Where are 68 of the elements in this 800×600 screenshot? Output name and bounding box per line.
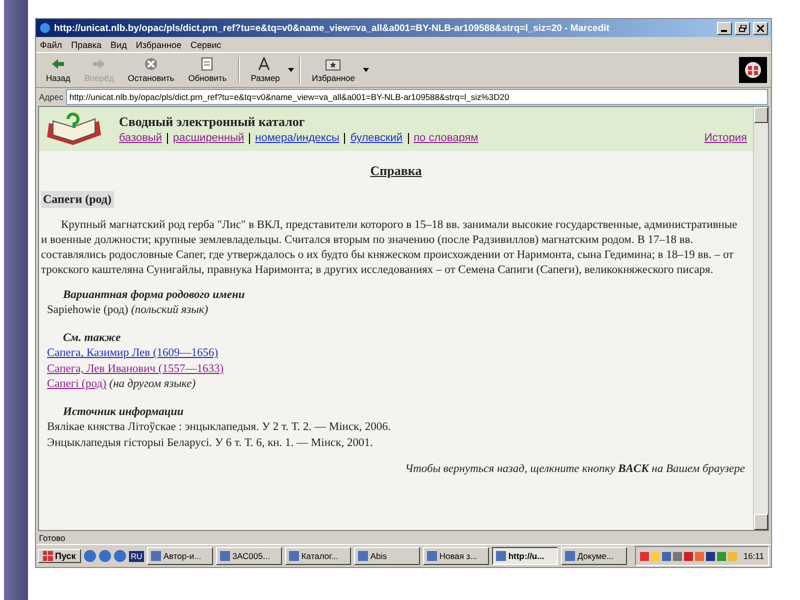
section-line: Sapiehowie (род) — [47, 304, 128, 316]
window-icon — [358, 551, 368, 561]
language-indicator[interactable]: RU — [128, 550, 144, 562]
see-also-link[interactable]: Сапегі (род) — [47, 378, 106, 390]
stop-icon — [144, 57, 158, 71]
taskbar-button[interactable]: http://u... — [492, 547, 558, 565]
windows-flag-icon — [43, 551, 53, 561]
window-icon — [427, 551, 438, 561]
restore-icon — [738, 24, 746, 32]
back-hint: Чтобы вернуться назад, щелкните кнопку BACK на Вашем браузере — [405, 463, 745, 476]
window-icon — [151, 551, 162, 561]
menu-item[interactable]: Файл — [40, 40, 62, 50]
window-icon — [496, 551, 506, 561]
caret-icon[interactable] — [362, 68, 369, 72]
toolbar-button[interactable]: Обновить — [182, 56, 233, 84]
forward-arrow-icon — [91, 57, 108, 71]
taskbar-button[interactable]: Каталог... — [285, 547, 352, 565]
window-icon — [220, 551, 230, 561]
language-note: (на другом языке) — [109, 378, 196, 390]
see-also-link[interactable]: Сапега, Казимир Лев (1609—1656) — [47, 347, 218, 360]
catalog-title: Сводный электронный каталог — [119, 114, 306, 130]
back-arrow-icon — [50, 57, 66, 71]
taskbar-button[interactable]: Новая з... — [423, 547, 490, 565]
menu-item[interactable]: Правка — [71, 40, 102, 50]
toolbar-button[interactable]: Избранное — [306, 56, 361, 84]
page-heading: Справка — [370, 163, 422, 179]
taskbar-button[interactable]: Докуме... — [561, 547, 628, 565]
status-text: Готово — [39, 532, 66, 542]
clock: 16:11 — [743, 551, 764, 561]
see-also-link[interactable]: Сапега, Лев Иванович (1557—1633) — [47, 362, 224, 375]
windows-logo — [739, 57, 767, 83]
window-icon — [289, 551, 300, 561]
caret-icon[interactable] — [288, 68, 294, 72]
taskbar-button[interactable]: Abis — [354, 547, 420, 565]
nav-link[interactable]: базовый — [119, 132, 162, 144]
language-note: (польский язык) — [131, 304, 208, 316]
address-label: Адрес — [39, 92, 64, 102]
browser-icon — [39, 22, 51, 34]
restore-button[interactable] — [735, 22, 750, 34]
scrollbar[interactable] — [753, 107, 768, 530]
menu-item[interactable]: Вид — [110, 40, 127, 50]
address-field[interactable]: http://unicat.nlb.by/opac/pls/dict.prn_ref?tu=e&tq=v0&name_view=va_all&a001=BY-NLB-ar109588&strq=l_siz%3D20 — [66, 89, 768, 105]
section-title: См. также — [62, 330, 122, 346]
close-button[interactable] — [753, 22, 768, 34]
menu-item[interactable]: Сервис — [190, 40, 222, 50]
section-title: Вариантная форма родового имени — [62, 288, 246, 303]
close-icon — [757, 24, 764, 32]
start-button[interactable]: Пуск — [38, 549, 81, 563]
toolbar-button[interactable]: Назад — [40, 56, 76, 84]
section-title: Источник информации — [62, 404, 185, 420]
document-icon — [201, 57, 214, 71]
section-line: Вялікае княства Літоўскае : энцыклапедыя. У 2 т. Т. 2. — Мінск, 2006. — [47, 421, 391, 434]
nav-link[interactable]: булевский — [350, 132, 403, 144]
menu-item[interactable]: Избранное — [136, 40, 182, 50]
window-icon — [565, 551, 576, 561]
taskbar-button[interactable]: Автор-и... — [147, 547, 214, 565]
toolbar-button[interactable]: Остановить — [122, 56, 180, 84]
nav-link[interactable]: номера/индексы — [255, 132, 340, 144]
description-paragraph: Крупный магнатский род герба "Лис" в ВКЛ, представители которого в 15–18 вв. занимали высокие государственные, административные и военные должности; крупные землевладельцы. Считался вторым по значению (после Радзивиллов) магнатским родом. В 17–18 вв. составлялись родословные Сапег, где утверждалось о их будто бы княжеском происхождении от Наримонта, сына Гедимина; в 18–19 вв. – от трокского каштеляна Сунигайлы, правнука Наримонта; в других исследованиях – от Семена Сапиги (Сапеги), великокняжеского писаря. — [41, 218, 738, 278]
taskbar-button[interactable]: 3АС005... — [216, 547, 282, 565]
nav-link[interactable]: по словарям — [414, 132, 478, 144]
toolbar-button[interactable]: Размер — [244, 56, 286, 84]
section-line: Энцыклапедыя гісторыі Беларусі. У 6 т. Т. 6, кн. 1. — Мінск, 2001. — [47, 436, 373, 449]
history-link[interactable]: История — [704, 132, 747, 144]
nav-link[interactable]: расширенный — [172, 132, 244, 144]
minimize-button[interactable] — [717, 22, 732, 34]
window-title: http://unicat.nlb.by/opac/pls/dict.prn_ref?tu=e&tq=v0&name_view=va_all&a001=BY-NLB-ar109588&strq=l_siz=20 - Marcedit — [54, 22, 610, 34]
entry-title: Сапеги (род) — [41, 191, 114, 208]
